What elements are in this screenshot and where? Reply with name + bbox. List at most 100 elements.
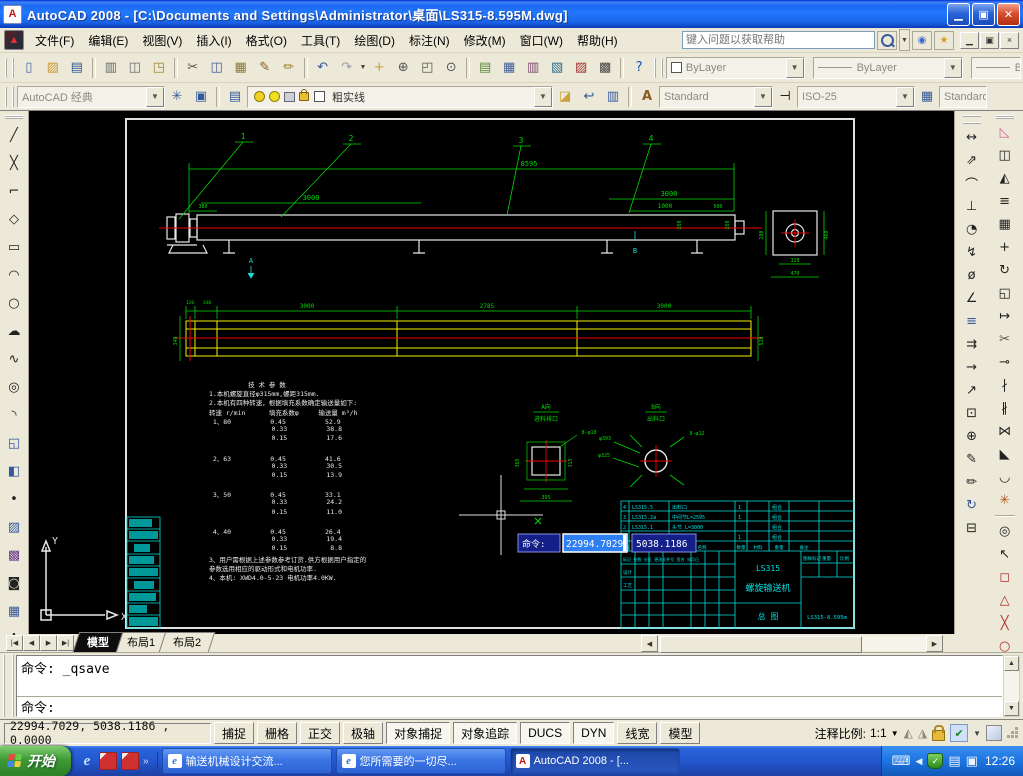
mdi-minimize-button[interactable]: ▁	[960, 32, 979, 49]
snap-intersection-icon[interactable]: ╳	[993, 612, 1017, 635]
text-style-combo[interactable]: Standard ▼	[659, 86, 773, 108]
toggle-lineweight[interactable]: 线宽	[617, 722, 657, 744]
scroll-down-icon[interactable]: ▼	[1004, 701, 1019, 716]
center-mark-icon[interactable]: ⊕	[960, 425, 984, 448]
menu-item[interactable]: 格式(O)	[239, 30, 294, 51]
markup-set-manager-icon[interactable]: ▨	[570, 57, 592, 79]
paste-icon[interactable]: ▦	[230, 57, 252, 79]
sheet-set-manager-icon[interactable]: ▧	[546, 57, 568, 79]
toggle-ducs[interactable]: DUCS	[520, 722, 570, 744]
task-button-2[interactable]: e 您所需要的一切尽...	[336, 748, 506, 774]
copy-clip-icon[interactable]: ◫	[206, 57, 228, 79]
quick-calc-icon[interactable]: ▩	[594, 57, 616, 79]
design-center-icon[interactable]: ▦	[498, 57, 520, 79]
lineweight-control-combo[interactable]: ByLayer	[971, 57, 1021, 79]
point-icon[interactable]: •	[2, 486, 26, 512]
hatch-icon[interactable]: ▨	[2, 514, 26, 540]
menu-item[interactable]: 插入(I)	[189, 30, 238, 51]
ordinate-dimension-icon[interactable]: ⊥	[960, 195, 984, 218]
toolbar-grip[interactable]	[5, 87, 14, 107]
menu-item[interactable]: 窗口(W)	[513, 30, 570, 51]
layer-states-icon[interactable]: ▥	[602, 86, 624, 108]
line-icon[interactable]: ╱	[2, 122, 26, 148]
scroll-right-icon[interactable]: ▶	[926, 635, 943, 652]
task-button-autocad[interactable]: A AutoCAD 2008 - [...	[510, 748, 680, 774]
status-menu-arrow-icon[interactable]: ▼	[973, 729, 981, 738]
arc-icon[interactable]: ◠	[2, 262, 26, 288]
layer-lock-icon[interactable]	[299, 92, 309, 101]
make-object-layer-current-icon[interactable]: ◪	[554, 86, 576, 108]
table-style-combo[interactable]: Standard	[939, 86, 987, 108]
start-button[interactable]: 开始	[0, 746, 71, 776]
pan-icon[interactable]: +	[368, 57, 390, 79]
menu-item[interactable]: 标注(N)	[402, 30, 457, 51]
menu-item[interactable]: 修改(M)	[457, 30, 513, 51]
chevron-down-icon[interactable]: ▼	[944, 58, 962, 78]
jogged-dimension-icon[interactable]: ↯	[960, 241, 984, 264]
mirror-icon[interactable]: ◭	[993, 167, 1017, 190]
toolbar-unlock-icon[interactable]	[932, 730, 945, 741]
collapse-tray-icon[interactable]: ◀	[915, 756, 922, 767]
erase-icon[interactable]: ◺	[993, 121, 1017, 144]
mdi-close-button[interactable]: ×	[1000, 32, 1019, 49]
break-at-point-icon[interactable]: ∤	[993, 374, 1017, 397]
chevron-down-icon[interactable]: ▼	[146, 87, 164, 107]
spline-icon[interactable]: ∿	[2, 346, 26, 372]
construction-line-icon[interactable]: ╳	[2, 150, 26, 176]
layer-control-combo[interactable]: 粗实线 ▼	[247, 86, 553, 108]
fillet-icon[interactable]: ◡	[993, 466, 1017, 489]
annotation-autoscale-icon[interactable]: ◮	[918, 726, 927, 740]
command-window-grip[interactable]	[3, 655, 14, 717]
scroll-left-icon[interactable]: ◀	[641, 635, 658, 652]
maximize-button[interactable]: ▣	[972, 3, 995, 26]
menu-item[interactable]: 编辑(E)	[81, 30, 135, 51]
linetype-control-combo[interactable]: ByLayer ▼	[813, 57, 963, 79]
tab-next-button[interactable]: ▶	[40, 635, 57, 651]
workspace-settings-icon[interactable]: ✳	[166, 86, 188, 108]
block-editor-icon[interactable]: ✏	[278, 57, 300, 79]
layer-previous-icon[interactable]: ↩	[578, 86, 600, 108]
menu-item[interactable]: 帮助(H)	[570, 30, 625, 51]
snap-midpoint-icon[interactable]: △	[993, 589, 1017, 612]
baseline-dimension-icon[interactable]: ⇉	[960, 333, 984, 356]
toolbar-grip[interactable]	[5, 115, 23, 119]
workspace-combo[interactable]: AutoCAD 经典 ▼	[17, 86, 165, 108]
clean-screen-icon[interactable]	[986, 725, 1002, 741]
menu-item[interactable]: 绘图(D)	[347, 30, 402, 51]
annotation-scale-control[interactable]: 注释比例: 1:1 ▼	[815, 725, 899, 742]
ellipse-arc-icon[interactable]: ◝	[2, 402, 26, 428]
task-button-1[interactable]: e 输送机械设计交流...	[162, 748, 332, 774]
offset-icon[interactable]: ≡	[993, 190, 1017, 213]
angular-dimension-icon[interactable]: ∠	[960, 287, 984, 310]
snap-to-point-icon[interactable]: ◎	[993, 520, 1017, 543]
dimension-edit-icon[interactable]: ✎	[960, 448, 984, 471]
aligned-dimension-icon[interactable]: ⇗	[960, 149, 984, 172]
taskbar-clock[interactable]: 12:26	[985, 754, 1015, 768]
search-icon[interactable]	[877, 31, 897, 50]
scale-icon[interactable]: ◱	[993, 282, 1017, 305]
layer-plot-icon[interactable]	[284, 92, 295, 102]
game-icon[interactable]	[121, 752, 139, 770]
toggle-snap[interactable]: 捕捉	[214, 722, 254, 744]
new-file-icon[interactable]: ▯	[18, 57, 40, 79]
tab-model[interactable]: 模型	[73, 632, 123, 652]
command-prompt[interactable]: 命令:	[21, 697, 55, 716]
quick-dimension-icon[interactable]: ≡	[960, 310, 984, 333]
toggle-polar[interactable]: 极轴	[343, 722, 383, 744]
toggle-dyn[interactable]: DYN	[573, 722, 614, 744]
tolerance-icon[interactable]: ⊡	[960, 402, 984, 425]
explode-icon[interactable]: ✳	[993, 489, 1017, 512]
open-icon[interactable]: ▨	[42, 57, 64, 79]
array-icon[interactable]: ▦	[993, 213, 1017, 236]
layer-properties-icon[interactable]: ▤	[224, 86, 246, 108]
insert-block-icon[interactable]: ◱	[2, 430, 26, 456]
command-scrollbar[interactable]: ▲ ▼	[1003, 655, 1020, 717]
tool-palettes-icon[interactable]: ▥	[522, 57, 544, 79]
cut-icon[interactable]: ✂	[182, 57, 204, 79]
toggle-osnap[interactable]: 对象捕捉	[386, 722, 450, 744]
coordinate-display[interactable]: 22994.7029, 5038.1186 , 0.0000	[4, 723, 211, 744]
horizontal-scrollbar[interactable]: ◀ ▶	[641, 636, 943, 651]
table-style-icon[interactable]: ▦	[916, 86, 938, 108]
toggle-model[interactable]: 模型	[660, 722, 700, 744]
chevron-down-icon[interactable]: ▼	[754, 87, 772, 107]
